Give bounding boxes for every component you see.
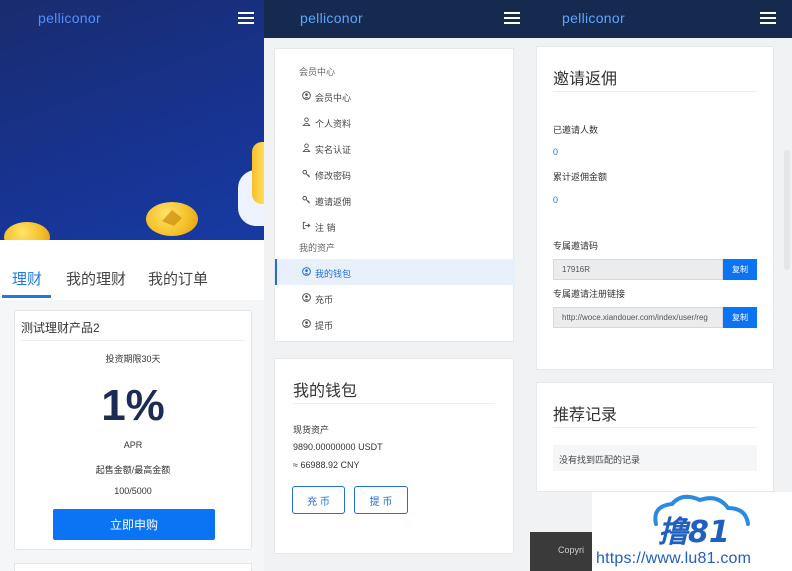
invited-count-label: 已邀请人数 bbox=[553, 125, 599, 135]
menu-item-label: 会员中心 bbox=[315, 93, 352, 103]
menu-item-label: 邀请返佣 bbox=[315, 197, 352, 207]
product-amount: 100/5000 bbox=[114, 486, 152, 496]
user-circle-icon bbox=[302, 319, 311, 328]
brand-logo[interactable]: pelliconor bbox=[300, 10, 363, 26]
menu-icon[interactable] bbox=[238, 12, 254, 24]
menu-section-assets: 我的资产 bbox=[299, 243, 336, 253]
copy-code-button[interactable]: 复制 bbox=[723, 259, 757, 280]
coin-icon bbox=[146, 202, 198, 236]
screenshot-root: pelliconor 理财 我的理财 我的订单 测试理财产品2 投资期限30天 … bbox=[0, 0, 792, 571]
product-tabs: 理财 我的理财 我的订单 bbox=[0, 240, 264, 300]
menu-item-verification[interactable]: 实名认证 bbox=[275, 135, 515, 161]
menu-item-label: 注 销 bbox=[315, 223, 336, 233]
menu-item-label: 提币 bbox=[315, 321, 334, 331]
user-icon bbox=[302, 143, 311, 152]
menu-item-label: 修改密码 bbox=[315, 171, 352, 181]
scrollbar[interactable] bbox=[784, 150, 790, 270]
invite-code-row: 复制 bbox=[553, 259, 757, 280]
key-icon bbox=[302, 195, 311, 204]
user-icon bbox=[302, 117, 311, 126]
brand-logo[interactable]: pelliconor bbox=[38, 10, 101, 26]
divider bbox=[21, 340, 245, 341]
coin-icon bbox=[4, 222, 50, 240]
menu-icon[interactable] bbox=[504, 12, 520, 24]
copy-link-button[interactable]: 复制 bbox=[723, 307, 757, 328]
records-title: 推荐记录 bbox=[553, 407, 618, 424]
next-product-card bbox=[14, 563, 252, 571]
wallet-assets-label: 现货资产 bbox=[293, 425, 330, 435]
tab-my-finance[interactable]: 我的理财 bbox=[66, 268, 126, 289]
divider bbox=[553, 91, 757, 92]
tab-my-orders[interactable]: 我的订单 bbox=[148, 268, 208, 289]
panel-invite: pelliconor 邀请返佣 已邀请人数 0 累计返佣金额 0 专属邀请码 复… bbox=[530, 0, 792, 571]
subscribe-button[interactable]: 立即申购 bbox=[53, 509, 215, 540]
navbar: pelliconor bbox=[530, 0, 792, 38]
coin-stack-icon bbox=[252, 142, 264, 204]
menu-item-label: 个人资料 bbox=[315, 119, 352, 129]
product-card: 测试理财产品2 投资期限30天 1% APR 起售金额/最高金额 100/500… bbox=[14, 310, 252, 550]
user-circle-icon bbox=[302, 293, 311, 302]
product-amount-label: 起售金额/最高金额 bbox=[95, 465, 171, 475]
tab-finance[interactable]: 理财 bbox=[12, 268, 42, 289]
menu-item-label: 我的钱包 bbox=[315, 269, 352, 279]
navbar: pelliconor bbox=[0, 0, 264, 38]
commission-value: 0 bbox=[553, 195, 559, 205]
menu-item-label: 充币 bbox=[315, 295, 334, 305]
menu-item-logout[interactable]: 注 销 bbox=[275, 213, 515, 239]
logout-icon bbox=[302, 221, 311, 230]
menu-item-change-password[interactable]: 修改密码 bbox=[275, 161, 515, 187]
menu-section-member: 会员中心 bbox=[299, 67, 336, 77]
brand-logo[interactable]: pelliconor bbox=[562, 10, 625, 26]
invite-link-label: 专属邀请注册链接 bbox=[553, 289, 626, 299]
watermark: 撸81 https://www.lu81.com bbox=[592, 492, 792, 571]
referral-records-card: 推荐记录 没有找到匹配的记录 bbox=[536, 382, 774, 492]
tab-active-indicator bbox=[2, 295, 51, 298]
invited-count-value: 0 bbox=[553, 147, 559, 157]
user-circle-icon bbox=[302, 91, 311, 100]
footer-copyright: Copyri bbox=[558, 545, 585, 555]
invite-link-input[interactable] bbox=[553, 307, 723, 328]
product-name: 测试理财产品2 bbox=[21, 321, 100, 335]
product-period: 投资期限30天 bbox=[105, 354, 161, 364]
watermark-url: https://www.lu81.com bbox=[596, 550, 752, 567]
watermark-logo-text: 撸81 bbox=[658, 515, 730, 550]
navbar: pelliconor bbox=[264, 0, 530, 38]
invite-title: 邀请返佣 bbox=[553, 71, 618, 88]
commission-label: 累计返佣金额 bbox=[553, 172, 608, 182]
invite-code-input[interactable] bbox=[553, 259, 723, 280]
product-rate: 1% bbox=[101, 381, 165, 430]
menu-item-deposit[interactable]: 充币 bbox=[275, 285, 515, 311]
panel-wallet: pelliconor 会员中心 会员中心 个人资料 实名认证 修改密码 邀请返佣… bbox=[264, 0, 530, 571]
divider bbox=[553, 427, 757, 428]
key-icon bbox=[302, 169, 311, 178]
menu-item-withdraw[interactable]: 提币 bbox=[275, 311, 515, 337]
records-empty-state: 没有找到匹配的记录 bbox=[553, 445, 757, 471]
menu-item-member-center[interactable]: 会员中心 bbox=[275, 83, 515, 109]
product-rate-label: APR bbox=[123, 440, 143, 450]
wallet-usdt-balance: 9890.00000000 USDT bbox=[293, 442, 383, 452]
withdraw-button[interactable]: 提 币 bbox=[354, 486, 408, 514]
panel-products: pelliconor 理财 我的理财 我的订单 测试理财产品2 投资期限30天 … bbox=[0, 0, 264, 571]
invite-code-label: 专属邀请码 bbox=[553, 241, 599, 251]
menu-item-profile[interactable]: 个人资料 bbox=[275, 109, 515, 135]
invite-link-row: 复制 bbox=[553, 307, 757, 328]
account-menu: 会员中心 会员中心 个人资料 实名认证 修改密码 邀请返佣 注 销 我的资产 我… bbox=[274, 48, 515, 342]
hero-banner: pelliconor bbox=[0, 0, 264, 240]
menu-item-invite[interactable]: 邀请返佣 bbox=[275, 187, 515, 213]
wallet-title: 我的钱包 bbox=[293, 383, 358, 400]
user-circle-icon bbox=[302, 267, 311, 276]
menu-item-my-wallet[interactable]: 我的钱包 bbox=[275, 259, 515, 285]
invite-card: 邀请返佣 已邀请人数 0 累计返佣金额 0 专属邀请码 复制 专属邀请注册链接 … bbox=[536, 46, 774, 370]
menu-item-label: 实名认证 bbox=[315, 145, 352, 155]
wallet-card: 我的钱包 现货资产 9890.00000000 USDT ≈ 66988.92 … bbox=[274, 358, 514, 554]
wallet-cny-balance: ≈ 66988.92 CNY bbox=[293, 460, 360, 470]
deposit-button[interactable]: 充 币 bbox=[292, 486, 345, 514]
menu-icon[interactable] bbox=[760, 12, 776, 24]
divider bbox=[293, 403, 495, 404]
watermark-logo: 撸81 bbox=[653, 494, 750, 550]
